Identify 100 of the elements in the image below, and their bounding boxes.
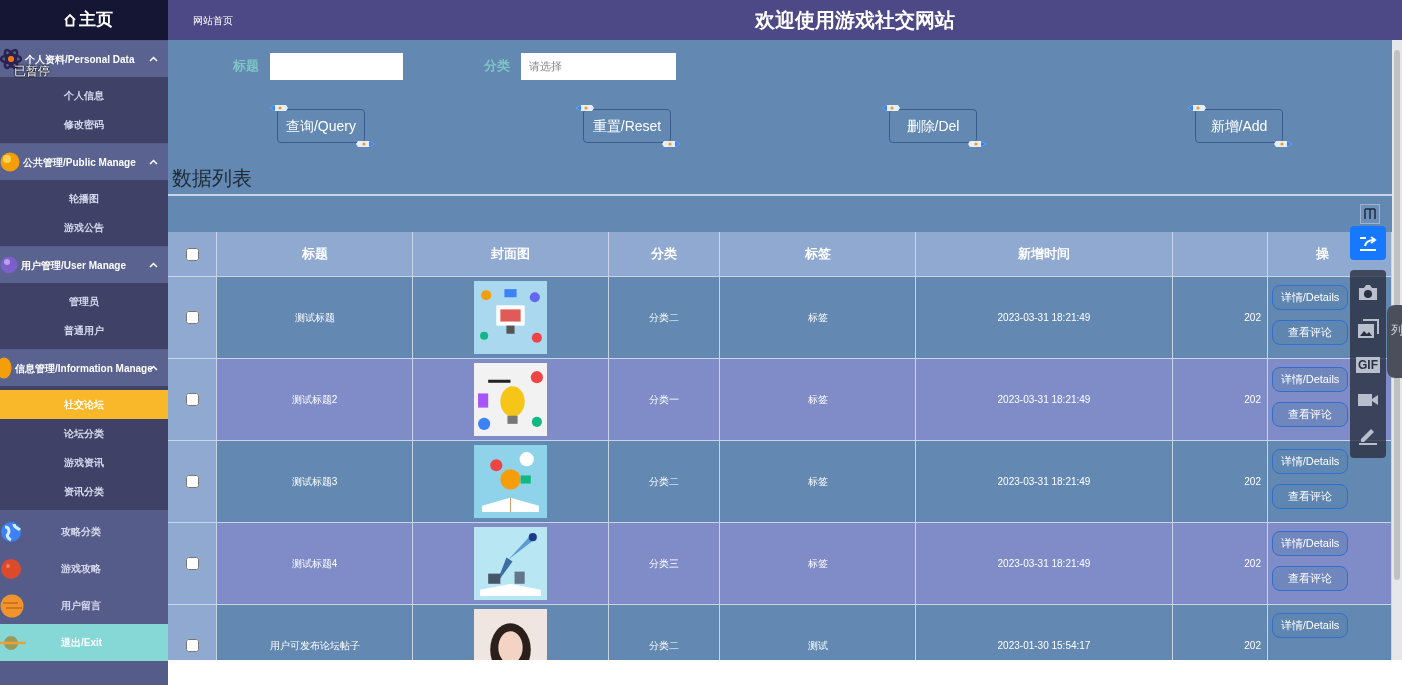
home-icon[interactable]	[63, 13, 77, 27]
row-checkbox[interactable]	[185, 557, 199, 570]
row-checkbox[interactable]	[185, 311, 199, 324]
planet-icon	[0, 357, 12, 379]
table-cell-text: 标签	[807, 557, 828, 571]
columns-icon[interactable]	[1360, 204, 1380, 224]
menu-group-header[interactable]: 信息管理/Information Manage	[0, 350, 168, 386]
column-header: 新增时间	[1018, 245, 1070, 264]
site-title: 欢迎使用游戏社交网站	[755, 8, 955, 33]
menu-item-label: 游戏攻略	[61, 562, 101, 576]
table-cell-text: 测试标题3	[291, 475, 338, 489]
row-action-button[interactable]: 详情/Details	[1272, 531, 1348, 556]
table-cell-text: 标签	[807, 393, 828, 407]
table-cell-text: 分类二	[649, 311, 679, 325]
table-cell-text: 测试标题2	[291, 393, 338, 407]
menu-group-label: 个人资料/Personal Data	[25, 52, 135, 66]
table-cell-text: 202	[1244, 639, 1261, 653]
title-input[interactable]	[270, 52, 403, 80]
menu-group-header[interactable]: 用户管理/User Manage	[0, 247, 168, 283]
menu-item[interactable]: 攻略分类	[0, 513, 168, 550]
image-icon[interactable]	[1357, 319, 1379, 339]
row-action-button[interactable]: 详情/Details	[1272, 285, 1348, 310]
row-checkbox[interactable]	[185, 475, 199, 488]
menu-item[interactable]: 普通用户	[0, 316, 168, 345]
table-cell-text: 2023-03-31 18:21:49	[997, 475, 1091, 489]
row-action-button[interactable]: 详情/Details	[1272, 613, 1348, 638]
gif-button[interactable]: GIF	[1356, 357, 1380, 373]
column-header: 封面图	[491, 245, 530, 264]
rocket-icon	[1273, 140, 1293, 148]
column-header: 标题	[301, 245, 328, 264]
menu-item-label: 退出/Exit	[61, 636, 103, 650]
select-all-checkbox[interactable]	[185, 247, 199, 261]
paused-label: 已暂停	[14, 64, 50, 80]
side-tab[interactable]: 列	[1387, 305, 1402, 378]
row-checkbox[interactable]	[185, 393, 199, 406]
table-cell-text: 2023-03-31 18:21:49	[997, 557, 1091, 571]
home-title[interactable]: 主页	[79, 7, 113, 33]
table-cell-text: 2023-03-31 18:21:49	[997, 311, 1091, 325]
column-header: 分类	[651, 245, 677, 264]
table-cell-text: 分类一	[649, 393, 679, 407]
rocket-icon	[269, 104, 289, 112]
category-select[interactable]: 请选择	[521, 52, 676, 80]
menu-item[interactable]: 轮播图	[0, 184, 168, 213]
video-camera-icon[interactable]	[1357, 391, 1379, 407]
menu-group-label: 公共管理/Public Manage	[23, 155, 136, 170]
table-cell-text: 测试标题	[294, 311, 335, 325]
field-label: 分类	[484, 57, 510, 76]
table-cell-text: 202	[1244, 557, 1261, 571]
planet-icon	[0, 557, 22, 580]
table-cell-text: 用户可发布论坛帖子	[269, 639, 360, 653]
menu-item[interactable]: 用户留言	[0, 587, 168, 624]
row-action-button[interactable]: 详情/Details	[1272, 449, 1348, 474]
table-cell-text: 202	[1244, 311, 1261, 325]
rocket-icon	[355, 140, 375, 148]
row-action-button[interactable]: 查看评论	[1272, 484, 1348, 509]
share-button[interactable]	[1350, 226, 1386, 260]
menu-item[interactable]: 游戏资讯	[0, 448, 168, 477]
table-cell-text: 标签	[807, 311, 828, 325]
menu-item[interactable]: 论坛分类	[0, 419, 168, 448]
table-cell-text: 2023-01-30 15:54:17	[997, 639, 1091, 653]
table-cell-text: 分类二	[649, 475, 679, 489]
planet-icon	[0, 152, 20, 172]
list-title: 数据列表	[171, 166, 252, 191]
column-header: 操	[1316, 245, 1329, 264]
row-action-button[interactable]: 查看评论	[1272, 320, 1348, 345]
menu-item-label: 用户留言	[61, 599, 101, 613]
menu-item[interactable]: 修改密码	[0, 110, 168, 139]
rocket-icon	[881, 104, 901, 112]
row-action-button[interactable]: 查看评论	[1272, 402, 1348, 427]
table-cell-text: 标签	[807, 475, 828, 489]
share-icon	[1357, 234, 1379, 252]
globe-icon	[0, 520, 22, 543]
menu-item[interactable]: 个人信息	[0, 81, 168, 110]
menu-item-label: 攻略分类	[61, 525, 101, 539]
table-cell-text: 202	[1244, 475, 1261, 489]
table-cell-text: 测试	[807, 639, 828, 653]
rocket-icon	[967, 140, 987, 148]
home-link[interactable]: 网站首页	[193, 12, 233, 28]
table-cell-text: 202	[1244, 393, 1261, 407]
table-cell-text: 分类三	[649, 557, 679, 571]
table-cell-text: 2023-03-31 18:21:49	[997, 393, 1091, 407]
field-label: 标题	[233, 57, 259, 76]
menu-item[interactable]: 管理员	[0, 287, 168, 316]
menu-group-header[interactable]: 公共管理/Public Manage	[0, 144, 168, 180]
ringed-planet-icon	[0, 634, 26, 651]
row-action-button[interactable]: 查看评论	[1272, 566, 1348, 591]
row-action-button[interactable]: 详情/Details	[1272, 367, 1348, 392]
menu-item[interactable]: 游戏公告	[0, 213, 168, 242]
menu-item[interactable]: 游戏攻略	[0, 550, 168, 587]
rocket-icon	[661, 140, 681, 148]
planet-icon	[0, 256, 18, 274]
planet-icon	[0, 593, 24, 618]
menu-item[interactable]: 资讯分类	[0, 477, 168, 506]
rocket-icon	[1187, 104, 1207, 112]
menu-group-label: 信息管理/Information Manage	[15, 361, 153, 376]
rocket-icon	[575, 104, 595, 112]
column-header: 标签	[804, 245, 831, 264]
row-checkbox[interactable]	[185, 639, 199, 652]
camera-icon[interactable]	[1357, 283, 1379, 301]
menu-group-label: 用户管理/User Manage	[21, 258, 127, 273]
